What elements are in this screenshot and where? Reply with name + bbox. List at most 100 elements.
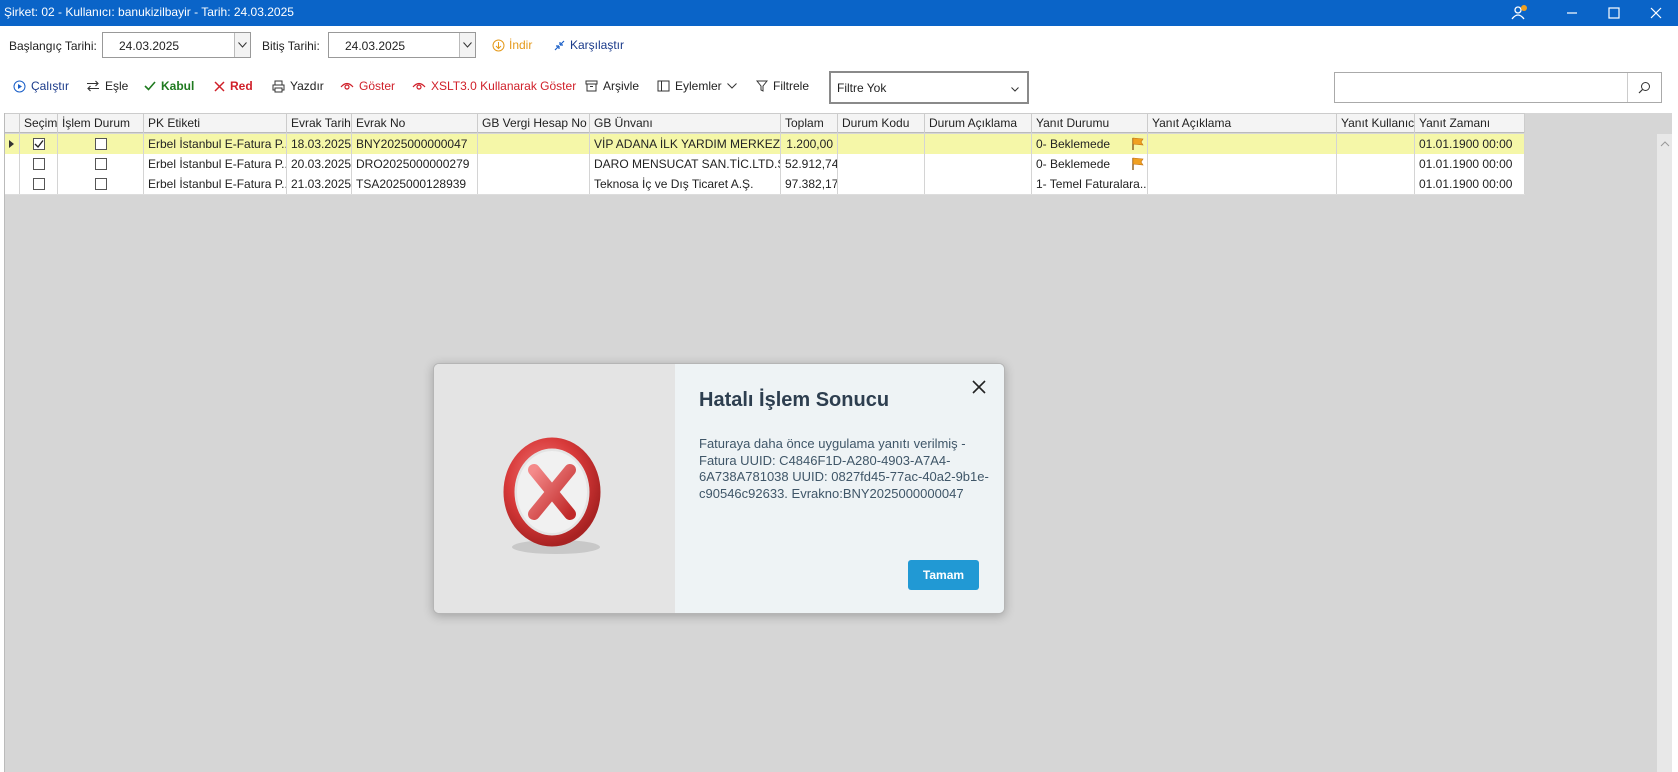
download-icon <box>492 39 505 51</box>
column-header[interactable]: PK Etiketi <box>144 114 287 133</box>
dialog-icon-panel <box>434 364 675 613</box>
column-header[interactable]: İşlem Durum <box>58 114 144 133</box>
filter-label: Filtrele <box>773 79 810 93</box>
column-header[interactable]: Durum Kodu <box>838 114 925 133</box>
cell-text: Erbel İstanbul E-Fatura P... <box>148 157 287 171</box>
actions-menu[interactable]: Eylemler <box>657 79 737 93</box>
date-filter-row: Başlangıç Tarihi: 24.03.2025 Bitiş Tarih… <box>0 32 1660 60</box>
funnel-icon <box>756 80 768 92</box>
cell-text: 0- Beklemede <box>1036 137 1111 151</box>
minimize-button[interactable] <box>1552 0 1592 26</box>
cell-status-code <box>838 154 925 174</box>
flag-icon <box>1132 157 1144 170</box>
xslt-show-button[interactable]: XSLT3.0 Kullanarak Göster <box>412 79 576 93</box>
print-button[interactable]: Yazdır <box>272 79 324 93</box>
column-header[interactable]: Toplam <box>781 114 838 133</box>
filter-select[interactable]: Filtre Yok <box>829 71 1029 104</box>
cell-title: VİP ADANA İLK YARDIM MERKEZİ <box>590 134 781 154</box>
cell-status-desc <box>925 154 1032 174</box>
cell-text: TSA2025000128939 <box>356 177 467 191</box>
cell-doc-no: TSA2025000128939 <box>352 174 478 194</box>
table-row[interactable]: Erbel İstanbul E-Fatura P... 21.03.2025 TS… <box>5 174 1525 195</box>
row-indicator[interactable] <box>5 154 20 174</box>
accept-label: Kabul <box>161 79 195 93</box>
download-button[interactable]: İndir <box>492 38 532 52</box>
row-checkbox[interactable] <box>95 138 107 150</box>
vertical-scrollbar[interactable] <box>1657 134 1673 772</box>
compare-label: Karşılaştır <box>570 38 625 52</box>
close-window-button[interactable] <box>1636 0 1676 26</box>
show-label: Göster <box>359 79 396 93</box>
row-indicator[interactable] <box>5 174 20 194</box>
cell-pk: Erbel İstanbul E-Fatura P... <box>144 134 287 154</box>
chevron-down-icon[interactable] <box>459 33 475 57</box>
row-checkbox[interactable] <box>95 158 107 170</box>
cell-reply-user <box>1337 134 1415 154</box>
column-header[interactable]: Yanıt Kullanıcı <box>1337 114 1415 133</box>
cell-pk: Erbel İstanbul E-Fatura P... <box>144 154 287 174</box>
column-header[interactable]: Yanıt Açıklama <box>1148 114 1337 133</box>
end-date-picker[interactable]: 24.03.2025 <box>328 32 476 58</box>
print-label: Yazdır <box>290 79 324 93</box>
cell-reply-desc <box>1148 154 1337 174</box>
eye-icon <box>340 82 354 90</box>
window-title: Şirket: 02 - Kullanıcı: banukizilbayir -… <box>4 5 294 19</box>
window-border <box>1672 26 1678 772</box>
match-button[interactable]: Eşle <box>86 79 128 93</box>
reject-button[interactable]: Red <box>214 79 253 93</box>
archive-button[interactable]: Arşivle <box>585 79 639 93</box>
column-header[interactable]: Yanıt Durumu <box>1032 114 1148 133</box>
end-date-label: Bitiş Tarihi: <box>262 39 320 53</box>
title-bar: Şirket: 02 - Kullanıcı: banukizilbayir -… <box>0 0 1678 26</box>
cell-status-desc <box>925 174 1032 194</box>
table-row[interactable]: Erbel İstanbul E-Fatura P... 20.03.2025 DR… <box>5 154 1525 175</box>
row-checkbox[interactable] <box>33 158 45 170</box>
cell-text: 1- Temel Faturalara... <box>1036 177 1148 191</box>
column-header[interactable]: Seçim <box>20 114 58 133</box>
cell-pk: Erbel İstanbul E-Fatura P... <box>144 174 287 194</box>
maximize-button[interactable] <box>1594 0 1634 26</box>
selection-cell <box>20 154 58 174</box>
accept-button[interactable]: Kabul <box>144 79 194 93</box>
table-row[interactable]: Erbel İstanbul E-Fatura P... 18.03.2025 BN… <box>5 134 1525 155</box>
cell-text: 1.200,00 <box>786 137 833 151</box>
cell-reply-desc <box>1148 174 1337 194</box>
ok-button[interactable]: Tamam <box>908 560 979 590</box>
chevron-down-icon[interactable] <box>234 33 250 57</box>
check-icon <box>34 140 44 149</box>
row-checkbox[interactable] <box>33 178 45 190</box>
filter-button[interactable]: Filtrele <box>756 79 809 93</box>
column-header[interactable]: Evrak No <box>352 114 478 133</box>
process-status-cell <box>58 134 144 154</box>
match-label: Eşle <box>105 79 129 93</box>
search-input[interactable] <box>1334 72 1662 103</box>
cell-status-code <box>838 174 925 194</box>
row-checkbox[interactable] <box>95 178 107 190</box>
column-header[interactable]: Evrak Tarihi <box>287 114 352 133</box>
cell-text: Erbel İstanbul E-Fatura P... <box>148 137 287 151</box>
column-header[interactable]: Yanıt Zamanı <box>1415 114 1525 133</box>
start-date-picker[interactable]: 24.03.2025 <box>102 32 251 58</box>
column-header[interactable]: GB Vergi Hesap No <box>478 114 590 133</box>
cell-text: 0- Beklemede <box>1036 157 1111 171</box>
chevron-up-icon[interactable] <box>1657 138 1673 150</box>
cell-text: 01.01.1900 00:00 <box>1419 137 1513 151</box>
printer-icon <box>272 80 285 92</box>
compare-button[interactable]: Karşılaştır <box>553 38 624 52</box>
row-checkbox[interactable] <box>33 138 45 150</box>
cell-text: Erbel İstanbul E-Fatura P... <box>148 177 287 191</box>
dialog-close-button[interactable] <box>969 377 989 397</box>
search-icon[interactable] <box>1627 73 1661 102</box>
cell-total: 97.382,17 <box>781 174 838 194</box>
row-indicator[interactable] <box>5 134 20 154</box>
column-header[interactable]: GB Ünvanı <box>590 114 781 133</box>
cell-text: 52.912,74 <box>785 157 838 171</box>
start-date-value: 24.03.2025 <box>119 39 180 53</box>
run-button[interactable]: Çalıştır <box>13 79 69 93</box>
start-date-label: Başlangıç Tarihi: <box>9 39 97 53</box>
notification-icon[interactable] <box>1500 0 1540 26</box>
cell-reply-user <box>1337 154 1415 174</box>
action-toolbar: Çalıştır Eşle Kabul Red Yazdır Göster XS… <box>0 70 1672 106</box>
show-button[interactable]: Göster <box>340 79 395 93</box>
column-header[interactable]: Durum Açıklama <box>925 114 1032 133</box>
